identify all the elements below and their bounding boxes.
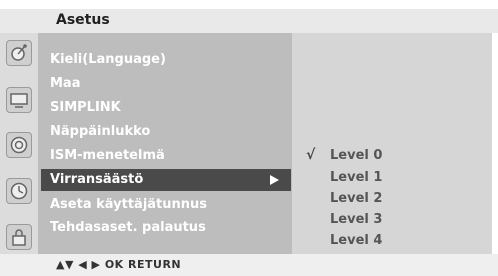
- clock-icon[interactable]: [6, 178, 32, 204]
- page-title: Asetus: [56, 12, 110, 28]
- submenu-item-level-2[interactable]: Level 2: [330, 191, 382, 206]
- lock-icon[interactable]: [6, 224, 32, 250]
- satellite-dish-icon[interactable]: [6, 40, 32, 66]
- submenu-item-level-3[interactable]: Level 3: [330, 212, 382, 227]
- menu-item-key-lock[interactable]: Näppäinlukko: [50, 124, 150, 139]
- menu-item-ism-method[interactable]: ISM-menetelmä: [50, 148, 165, 163]
- power-saving-submenu: √ Level 0 Level 1 Level 2 Level 3 Level …: [292, 33, 492, 254]
- menu-item-power-saving-label: Virransäästö: [50, 172, 144, 187]
- navigation-hint: ▲▼ ◀ ▶ OK RETURN: [56, 258, 182, 271]
- submenu-item-level-4[interactable]: Level 4: [330, 233, 382, 248]
- checkmark-icon: √: [306, 147, 316, 163]
- menu-item-factory-reset[interactable]: Tehdasaset. palautus: [50, 220, 206, 235]
- menu-item-simplink[interactable]: SIMPLINK: [50, 100, 121, 115]
- submenu-item-level-1[interactable]: Level 1: [330, 170, 382, 185]
- footer-bar: ▲▼ ◀ ▶ OK RETURN: [0, 254, 498, 276]
- menu-item-country[interactable]: Maa: [50, 76, 80, 91]
- menu-item-power-saving[interactable]: Virransäästö: [41, 169, 291, 191]
- menu-item-language[interactable]: Kieli(Language): [50, 52, 166, 67]
- arrow-right-icon: [270, 175, 279, 185]
- speaker-icon[interactable]: [6, 132, 32, 158]
- settings-menu: Kieli(Language) Maa SIMPLINK Näppäinlukk…: [38, 33, 292, 254]
- header-bar: Asetus: [0, 9, 498, 33]
- category-icon-bar: [0, 33, 38, 254]
- osd-menu: Asetus Kieli(Language) Maa SIMPLINK Näpp…: [0, 0, 498, 276]
- menu-item-set-id[interactable]: Aseta käyttäjätunnus: [50, 197, 207, 212]
- submenu-item-level-0[interactable]: Level 0: [330, 148, 382, 163]
- monitor-icon[interactable]: [6, 87, 32, 113]
